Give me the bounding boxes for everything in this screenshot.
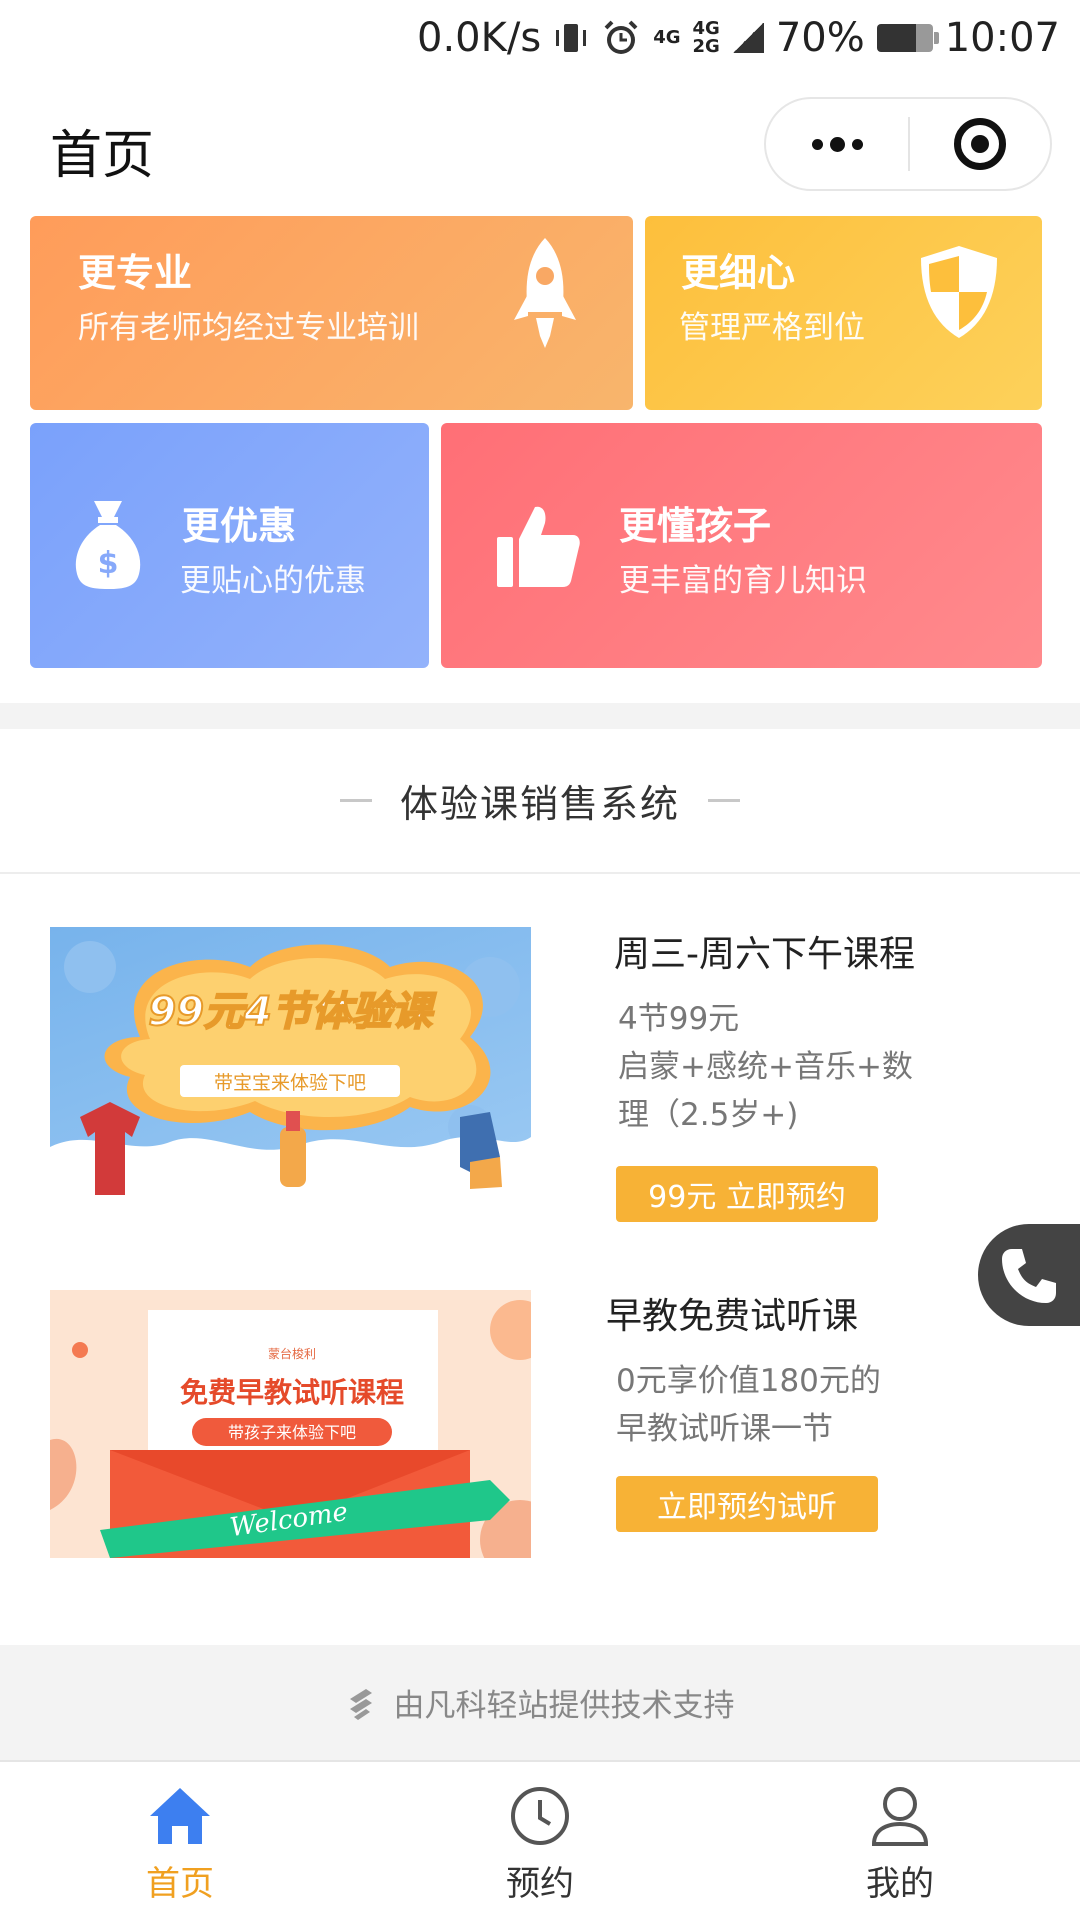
more-button[interactable]	[766, 99, 908, 189]
target-icon	[954, 118, 1006, 170]
banner-subtitle: 带宝宝来体验下吧	[214, 1072, 366, 1094]
powered-by-text: 由凡科轻站提供技术支持	[393, 1688, 735, 1724]
feature-title: 更专业	[78, 251, 193, 295]
powered-by-footer: 由凡科轻站提供技术支持	[0, 1645, 1080, 1760]
nav-bar: 首页	[0, 75, 1080, 215]
book-trial-button[interactable]: 立即预约试听	[616, 1476, 878, 1532]
heading-line-left	[339, 799, 372, 802]
more-dot-icon	[851, 138, 863, 150]
rocket-icon	[514, 238, 576, 348]
user-icon	[871, 1787, 929, 1846]
thumbs-up-icon	[497, 506, 580, 587]
vibrate-icon	[553, 21, 589, 55]
phone-icon	[1002, 1249, 1056, 1303]
network-type-2-icon: 4G 2G	[692, 17, 720, 57]
section-header: 体验课销售系统	[0, 729, 1080, 874]
battery-icon	[876, 23, 939, 52]
section-separator	[0, 703, 1080, 729]
clock-icon	[511, 1787, 569, 1845]
course-title: 早教免费试听课	[606, 1296, 859, 1337]
svg-text:$: $	[98, 546, 119, 581]
alarm-icon	[601, 18, 641, 58]
feature-subtitle: 管理严格到位	[679, 310, 865, 346]
more-dot-icon	[811, 138, 823, 150]
course-banner-image[interactable]: 99元4节体验课 带宝宝来体验下吧	[50, 927, 531, 1195]
feature-title: 更细心	[681, 251, 796, 295]
course-description: 4节99元 启蒙+感统+音乐+数 理（2.5岁+)	[618, 1001, 913, 1133]
tab-home[interactable]: 首页	[0, 1762, 360, 1920]
battery-percent: 70%	[775, 14, 865, 61]
course-banner-image[interactable]: 蒙台梭利 免费早教试听课程 带孩子来体验下吧 Welcome	[50, 1290, 531, 1558]
signal-icon	[731, 22, 764, 53]
book-now-button[interactable]: 99元 立即预约	[616, 1166, 878, 1222]
clock-time: 10:07	[944, 14, 1060, 61]
home-icon	[150, 1788, 210, 1844]
feature-card-careful[interactable]: 更细心 管理严格到位	[645, 216, 1042, 410]
network-type-icon: 4G	[653, 26, 681, 48]
network-speed: 0.0K/s	[417, 14, 542, 61]
tab-label: 首页	[146, 1864, 214, 1904]
feature-subtitle: 更丰富的育儿知识	[619, 563, 867, 599]
mini-program-capsule	[764, 97, 1052, 191]
course-description: 0元享价值180元的 早教试听课一节	[616, 1363, 881, 1447]
tab-bar: 首页 预约 我的	[0, 1760, 1080, 1920]
banner-subtitle: 带孩子来体验下吧	[228, 1423, 356, 1442]
close-button[interactable]	[910, 99, 1050, 189]
course-title: 周三-周六下午课程	[614, 934, 915, 975]
tab-label: 我的	[866, 1864, 934, 1904]
feature-card-understand-kids[interactable]: 更懂孩子 更丰富的育儿知识	[441, 423, 1042, 668]
banner-small-label: 蒙台梭利	[268, 1346, 316, 1361]
section-title: 体验课销售系统	[399, 782, 680, 826]
shield-icon	[921, 246, 997, 338]
call-button[interactable]	[978, 1224, 1080, 1326]
feature-title: 更优惠	[182, 504, 297, 548]
feature-subtitle: 更贴心的优惠	[180, 563, 366, 599]
banner-title: 99元4节体验课	[148, 989, 436, 1035]
feature-title: 更懂孩子	[619, 504, 772, 548]
feature-subtitle: 所有老师均经过专业培训	[78, 310, 419, 346]
heading-line-right	[708, 799, 740, 802]
status-bar: 0.0K/s 4G 4G 2G 70% 10:07	[0, 0, 1080, 75]
more-dot-icon	[829, 136, 845, 152]
page-title: 首页	[50, 126, 155, 186]
brand-logo-icon	[349, 1688, 372, 1720]
feature-card-discount[interactable]: $ 更优惠 更贴心的优惠	[30, 423, 429, 668]
tab-me[interactable]: 我的	[720, 1762, 1080, 1920]
feature-card-professional[interactable]: 更专业 所有老师均经过专业培训	[30, 216, 633, 410]
tab-booking[interactable]: 预约	[360, 1762, 720, 1920]
banner-title: 免费早教试听课程	[180, 1376, 404, 1409]
tab-label: 预约	[506, 1864, 574, 1904]
money-bag-icon: $	[75, 501, 141, 589]
